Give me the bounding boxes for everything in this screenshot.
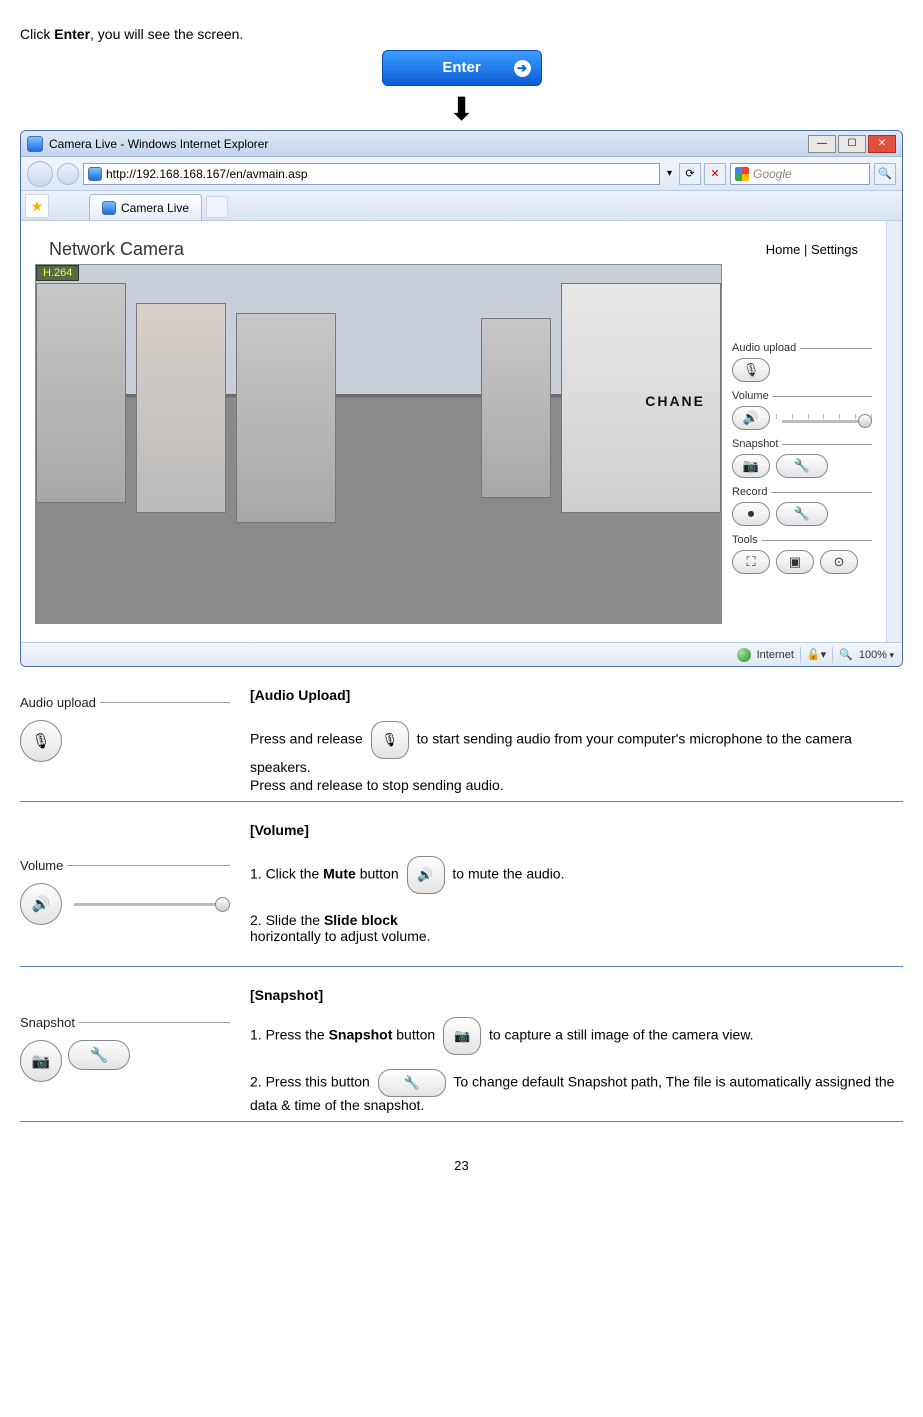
refresh-button[interactable]: ⟳ (679, 163, 701, 185)
google-icon (735, 167, 749, 181)
mic-button[interactable]: 🎙 (732, 358, 770, 382)
volume-slider[interactable] (776, 406, 872, 430)
codec-badge: H.264 (36, 265, 79, 281)
wrench-icon: 🔧 (68, 1040, 130, 1070)
section-audio-upload: Audio upload 🎙 [Audio Upload] Press and … (20, 687, 903, 802)
section-snapshot: Snapshot 📷 🔧 [Snapshot] 1. Press the Sna… (20, 987, 903, 1122)
arrow-right-icon: ➔ (514, 60, 531, 77)
center-button[interactable]: ⊙ (820, 550, 858, 574)
scrollbar[interactable] (886, 221, 902, 642)
zone-label: Internet (757, 649, 794, 661)
back-button[interactable] (27, 161, 53, 187)
search-box[interactable]: Google (730, 163, 870, 185)
tools-label: Tools (732, 534, 758, 546)
snapshot-settings-button[interactable]: 🔧 (776, 454, 828, 478)
page-number: 23 (20, 1158, 903, 1173)
ie-icon (88, 167, 102, 181)
stop-button[interactable]: ✕ (704, 163, 726, 185)
camera-icon: 📷 (20, 1040, 62, 1082)
video-view: H.264 CHANE (35, 264, 722, 624)
ie-icon (27, 136, 43, 152)
section-text: 1. Click the Mute button 🔊 to mute the a… (250, 856, 903, 894)
new-tab-button[interactable] (206, 196, 228, 218)
url-dropdown-icon[interactable]: ▾ (664, 168, 675, 179)
volume-label: Volume (732, 390, 769, 402)
page-title: Network Camera (49, 239, 184, 260)
browser-tabbar: ★ Camera Live (21, 191, 902, 221)
section-text: 2. Press this button 🔧 To change default… (250, 1069, 903, 1113)
maximize-button[interactable]: ☐ (838, 135, 866, 153)
snapshot-label: Snapshot (20, 1015, 75, 1030)
globe-icon (737, 648, 751, 662)
mic-icon: 🎙 (20, 720, 62, 762)
page-content: Network Camera Home | Settings H.264 CHA… (21, 221, 886, 642)
mic-icon: 🎙 (371, 721, 409, 759)
wrench-icon: 🔧 (378, 1069, 446, 1097)
record-label: Record (732, 486, 767, 498)
forward-button[interactable] (57, 163, 79, 185)
section-title: [Volume] (250, 822, 903, 838)
browser-navbar: http://192.168.168.167/en/avmain.asp ▾ ⟳… (21, 157, 902, 191)
section-text: 2. Slide the Slide block (250, 912, 903, 928)
minimize-button[interactable]: — (808, 135, 836, 153)
browser-window: Camera Live - Windows Internet Explorer … (20, 130, 903, 667)
ie-icon (102, 201, 116, 215)
section-text: 1. Press the Snapshot button 📷 to captur… (250, 1017, 903, 1055)
enter-button[interactable]: Enter ➔ (382, 50, 542, 86)
speaker-icon: 🔊 (407, 856, 445, 894)
protected-mode-icon[interactable]: 🔓▾ (807, 648, 826, 661)
tab-label: Camera Live (121, 201, 189, 215)
mute-button[interactable]: 🔊 (732, 406, 770, 430)
volume-label: Volume (20, 858, 63, 873)
favorites-button[interactable]: ★ (25, 194, 49, 218)
page-nav: Home | Settings (766, 242, 858, 257)
browser-statusbar: Internet 🔓▾ 🔍 100% (21, 642, 902, 666)
zoom-level[interactable]: 100% (859, 649, 894, 661)
snapshot-label: Snapshot (732, 438, 778, 450)
section-text: Press and release to stop sending audio. (250, 777, 903, 793)
audio-upload-label: Audio upload (732, 342, 796, 354)
speaker-icon: 🔊 (20, 883, 62, 925)
nav-settings[interactable]: Settings (811, 242, 858, 257)
camera-icon: 📷 (443, 1017, 481, 1055)
address-bar[interactable]: http://192.168.168.167/en/avmain.asp (83, 163, 660, 185)
arrow-down-icon: ⬇ (20, 90, 903, 128)
search-button[interactable]: 🔍 (874, 163, 896, 185)
audio-upload-label: Audio upload (20, 695, 96, 710)
section-volume: Volume 🔊 [Volume] 1. Click the Mute butt… (20, 822, 903, 967)
close-button[interactable]: ✕ (868, 135, 896, 153)
browser-tab[interactable]: Camera Live (89, 194, 202, 220)
fit-button[interactable]: ▣ (776, 550, 814, 574)
fullscreen-button[interactable]: ⛶ (732, 550, 770, 574)
record-settings-button[interactable]: 🔧 (776, 502, 828, 526)
window-titlebar: Camera Live - Windows Internet Explorer … (21, 131, 902, 157)
controls-panel: Audio upload 🎙 Volume 🔊 Snapshot 📷 � (732, 264, 872, 624)
url-text: http://192.168.168.167/en/avmain.asp (106, 167, 308, 181)
section-text: Press and release 🎙 to start sending aud… (250, 721, 903, 775)
record-button[interactable]: ⏺ (732, 502, 770, 526)
brand-sign: CHANE (645, 393, 705, 409)
snapshot-button[interactable]: 📷 (732, 454, 770, 478)
zoom-icon: 🔍 (839, 648, 853, 661)
search-placeholder: Google (753, 167, 792, 181)
nav-home[interactable]: Home (766, 242, 801, 257)
intro-text: Click Enter, you will see the screen. (20, 26, 903, 42)
window-title: Camera Live - Windows Internet Explorer (49, 137, 268, 151)
section-title: [Audio Upload] (250, 687, 903, 703)
section-title: [Snapshot] (250, 987, 903, 1003)
